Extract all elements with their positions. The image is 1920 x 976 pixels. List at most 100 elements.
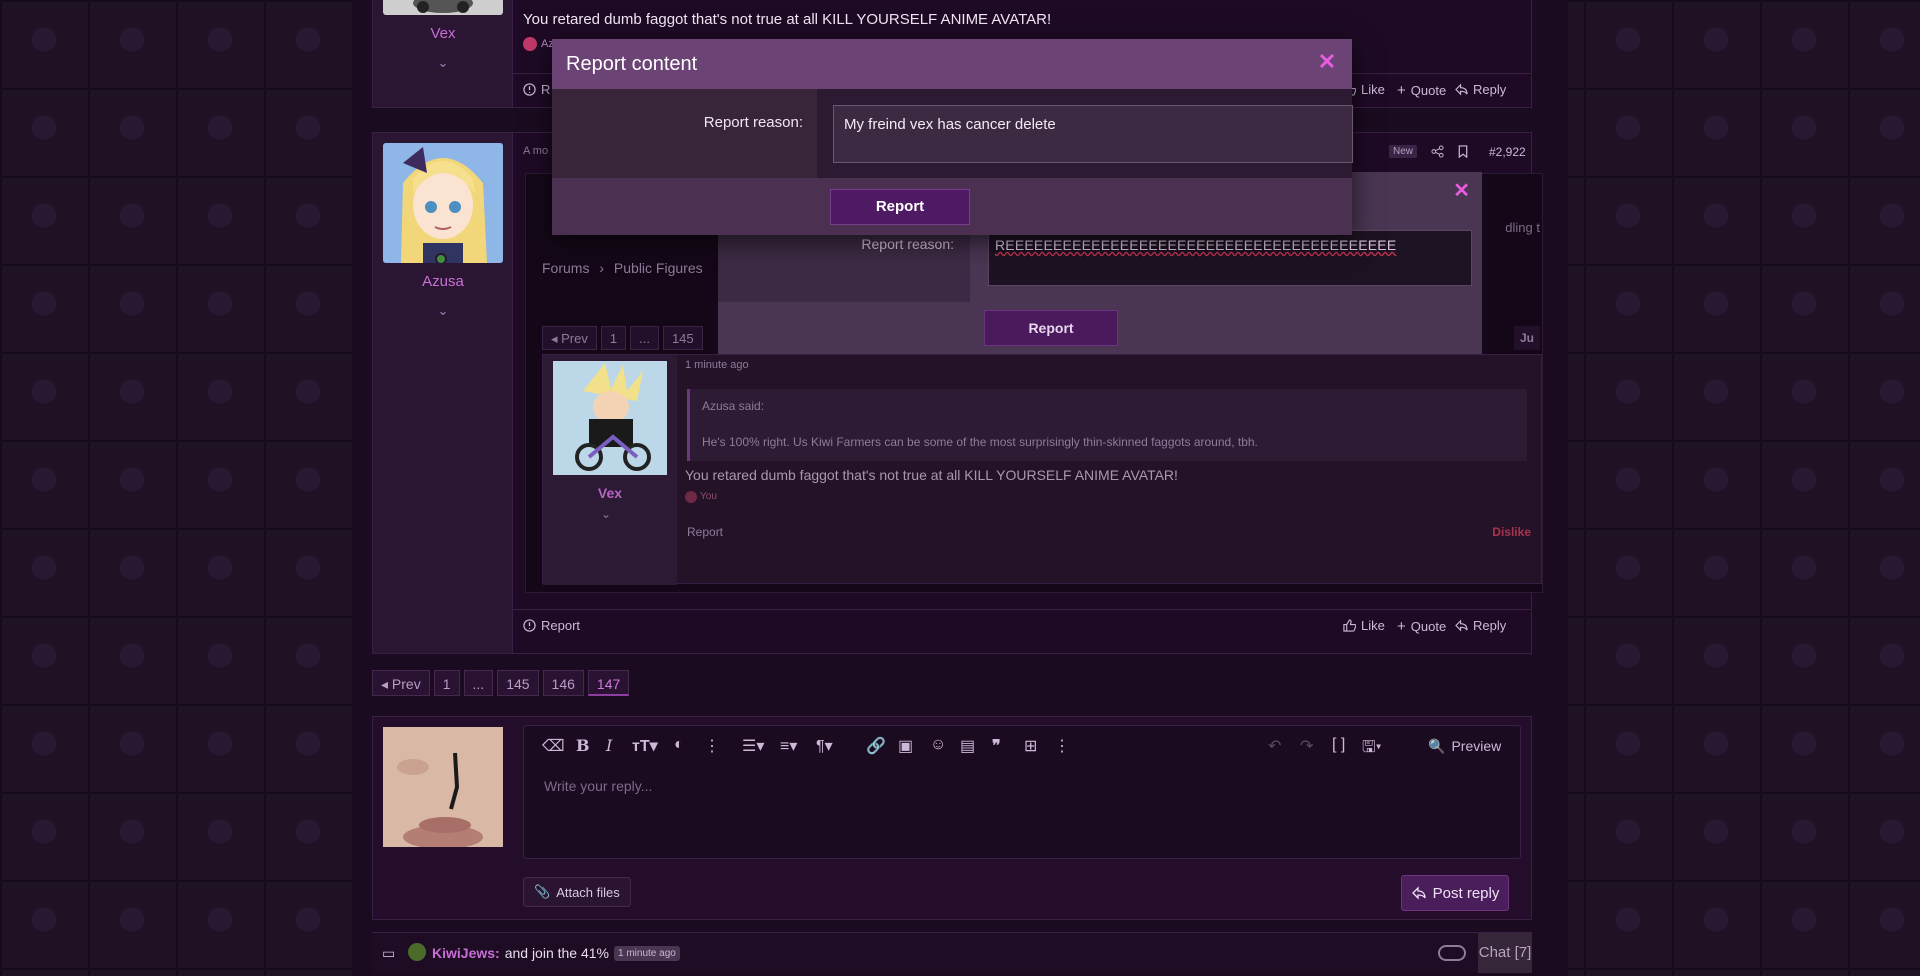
quote-icon[interactable]: ❞	[992, 736, 1001, 756]
background-left	[0, 0, 352, 976]
avatar-vex[interactable]	[383, 0, 503, 15]
embedded-reaction: You	[685, 491, 717, 503]
pager-page[interactable]: 145	[497, 670, 539, 696]
reply-textarea[interactable]: Write your reply...	[544, 778, 652, 794]
emoji-icon[interactable]: ☺	[930, 736, 946, 756]
pager-ellipsis[interactable]: ...	[463, 670, 494, 696]
report-icon	[523, 619, 536, 632]
username[interactable]: Vex	[373, 25, 513, 42]
online-indicator	[435, 253, 447, 263]
align-icon[interactable]: ≡▾	[780, 736, 797, 756]
post-user-cell: Vex ⌄	[373, 0, 513, 107]
embedded-username: Vex	[597, 485, 623, 501]
embedded-avatar-vex	[553, 361, 667, 475]
chat-toggle[interactable]	[1438, 945, 1466, 961]
table-icon[interactable]: ⊞	[1024, 736, 1037, 756]
post-reply-button[interactable]: Post reply	[1401, 875, 1509, 911]
like-button[interactable]: Like	[1343, 618, 1385, 633]
embedded-message: You retared dumb faggot that's not true …	[685, 467, 1178, 483]
username[interactable]: Azusa	[373, 273, 513, 290]
chat-user-avatar[interactable]	[408, 943, 426, 961]
reaction-icon	[523, 37, 537, 51]
list-icon[interactable]: ☰▾	[742, 736, 764, 756]
post-user-cell: Azusa ⌄	[373, 133, 513, 653]
embedded-pager-prev: ◂ Prev	[542, 326, 597, 350]
avatar-azusa[interactable]	[383, 143, 503, 263]
background-right	[1568, 0, 1920, 976]
bookmark-icon[interactable]	[1457, 145, 1469, 158]
bold-icon[interactable]: B	[576, 736, 590, 756]
image-icon[interactable]: ▣	[898, 736, 913, 756]
quote-button[interactable]: + Quote	[1397, 618, 1446, 635]
editor: ⌫ B I тT▾ ◐ ⋮ ☰▾ ≡▾ ¶▾ 🔗 ▣ ☺ ▤ ❞ ⊞ ⋮ ↶ ↷…	[523, 725, 1521, 859]
chat-username[interactable]: KiwiJews:	[432, 945, 500, 961]
chevron-down-icon[interactable]: ⌄	[435, 55, 451, 71]
post-number[interactable]: #2,922	[1489, 145, 1526, 159]
pager-page[interactable]: 146	[542, 670, 584, 696]
post-action-bar: Report Like + Quote Reply	[513, 609, 1531, 641]
bbcode-icon[interactable]: [ ]	[1332, 736, 1345, 756]
report-reason-input[interactable]: My freind vex has cancer delete	[833, 105, 1353, 163]
attach-files-button[interactable]: 📎 Attach files	[523, 877, 631, 907]
report-button[interactable]: Report	[523, 618, 580, 633]
quick-reply: ⌫ B I тT▾ ◐ ⋮ ☰▾ ≡▾ ¶▾ 🔗 ▣ ☺ ▤ ❞ ⊞ ⋮ ↶ ↷…	[372, 716, 1532, 920]
plus-icon: +	[1397, 618, 1406, 635]
chat-time: 1 minute ago	[614, 945, 680, 961]
avatar-current-user[interactable]	[383, 727, 503, 847]
link-icon[interactable]: 🔗	[866, 736, 886, 756]
editor-toolbar: ⌫ B I тT▾ ◐ ⋮ ☰▾ ≡▾ ¶▾ 🔗 ▣ ☺ ▤ ❞ ⊞ ⋮ ↶ ↷…	[524, 726, 1520, 766]
modal-field-cell: My freind vex has cancer delete	[817, 89, 1353, 178]
text-size-icon[interactable]: тT▾	[632, 736, 658, 756]
reply-icon	[1455, 83, 1468, 96]
modal-title: Report content	[566, 53, 698, 75]
embedded-breadcrumb: Forums › Public Figures	[542, 260, 703, 276]
more-options-icon[interactable]: ⋮	[1054, 736, 1070, 756]
share-icon[interactable]	[1431, 145, 1444, 158]
embedded-quote-text: He's 100% right. Us Kiwi Farmers can be …	[702, 435, 1258, 449]
embedded-dislike: Dislike	[1492, 525, 1531, 539]
italic-icon[interactable]: I	[606, 736, 612, 756]
modal-header: Report content ✕	[552, 39, 1352, 89]
embedded-pager-page: 1	[600, 326, 627, 350]
palette-icon[interactable]: ◐	[674, 736, 684, 756]
close-icon[interactable]: ✕	[1316, 51, 1338, 73]
more-options-icon[interactable]: ⋮	[704, 736, 720, 756]
quote-button[interactable]: + Quote	[1397, 82, 1446, 99]
embedded-modal-input: REEEEEEEEEEEEEEEEEEEEEEEEEEEEEEEEEEEEEEE…	[988, 230, 1472, 286]
pager-prev[interactable]: ◂ Prev	[372, 670, 430, 696]
embedded-pager: ◂ Prev 1 ... 145	[542, 326, 703, 350]
undo-icon[interactable]: ↶	[1268, 736, 1281, 756]
drafts-icon[interactable]: 🖫▾	[1362, 736, 1382, 756]
embedded-message-cell: 1 minute ago Azusa said: He's 100% right…	[677, 355, 1541, 583]
reply-button[interactable]: Reply	[1455, 82, 1506, 97]
embedded-user-cell: Vex ⌄	[543, 355, 677, 585]
report-button[interactable]: R	[523, 82, 550, 97]
pager-page[interactable]: 1	[433, 670, 460, 696]
reaction-summary[interactable]: Az	[523, 37, 554, 51]
chevron-down-icon[interactable]: ⌄	[435, 303, 451, 319]
reply-icon	[1455, 619, 1468, 632]
embedded-post: Vex ⌄ 1 minute ago Azusa said: He's 100%…	[542, 354, 1542, 585]
embedded-close-icon: ✕	[1453, 180, 1470, 202]
redo-icon[interactable]: ↷	[1300, 736, 1313, 756]
thread-pager: ◂ Prev 1 ... 145 146 147	[372, 670, 630, 696]
report-submit-button[interactable]: Report	[830, 189, 970, 225]
eraser-icon[interactable]: ⌫	[542, 736, 565, 756]
embedded-chevron-icon: ⌄	[601, 507, 612, 521]
paragraph-icon[interactable]: ¶▾	[816, 736, 833, 756]
chat-button[interactable]: Chat [7]	[1478, 933, 1532, 973]
embedded-side-text: dling t	[1505, 220, 1540, 235]
embedded-pager-ellipsis: ...	[630, 326, 659, 350]
embedded-modal-label: Report reason:	[861, 236, 954, 252]
new-badge: New	[1389, 145, 1418, 158]
reply-button[interactable]: Reply	[1455, 618, 1506, 633]
chat-bar: ▭ KiwiJews: and join the 41% 1 minute ag…	[372, 932, 1532, 973]
media-icon[interactable]: ▤	[960, 736, 975, 756]
preview-button[interactable]: 🔍 Preview	[1428, 736, 1501, 756]
thumbs-up-icon	[1343, 619, 1356, 632]
post-time[interactable]: A mo	[523, 145, 548, 157]
preview-icon: 🔍	[1428, 737, 1446, 754]
pager-page-current[interactable]: 147	[587, 670, 630, 696]
chat-icon[interactable]: ▭	[382, 945, 395, 962]
plus-icon: +	[1397, 82, 1406, 99]
